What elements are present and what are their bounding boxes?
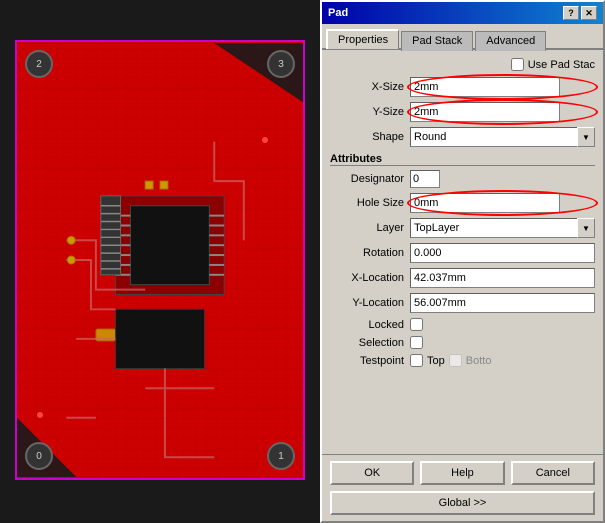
designator-input[interactable] — [410, 170, 440, 188]
layer-dropdown-arrow[interactable]: ▼ — [577, 218, 595, 238]
locked-checkbox[interactable] — [410, 318, 423, 331]
selection-checkbox[interactable] — [410, 336, 423, 349]
rotation-row: Rotation — [330, 243, 595, 263]
cancel-button[interactable]: Cancel — [511, 461, 595, 485]
x-location-input[interactable] — [410, 268, 595, 288]
designator-row: Designator — [330, 170, 595, 188]
help-button-titlebar[interactable]: ? — [563, 6, 579, 20]
testpoint-label: Testpoint — [330, 355, 410, 367]
tab-advanced[interactable]: Advanced — [475, 31, 546, 51]
y-location-row: Y-Location — [330, 293, 595, 313]
tab-pad-stack[interactable]: Pad Stack — [401, 31, 473, 51]
y-size-row: Y-Size — [330, 102, 595, 122]
shape-dropdown-arrow[interactable]: ▼ — [577, 127, 595, 147]
layer-label: Layer — [330, 222, 410, 234]
tab-properties[interactable]: Properties — [326, 29, 399, 49]
pcb-board: 2 3 0 1 — [15, 40, 305, 480]
corner-pad-bl[interactable]: 0 — [25, 442, 53, 470]
selection-label: Selection — [330, 337, 410, 349]
pcb-board-inner: 2 3 0 1 — [17, 42, 303, 478]
x-size-input[interactable] — [410, 77, 560, 97]
global-button[interactable]: Global >> — [330, 491, 595, 515]
shape-dropdown[interactable]: ▼ — [410, 127, 595, 147]
pad-dialog: Pad ? ✕ Properties Pad Stack Advanced Us… — [320, 0, 605, 523]
corner-pad-br[interactable]: 1 — [267, 442, 295, 470]
layer-input[interactable] — [410, 218, 577, 238]
pcb-canvas: 2 3 0 1 — [0, 0, 320, 523]
locked-row: Locked — [330, 318, 595, 331]
pcb-traces — [17, 42, 303, 478]
layer-row: Layer ▼ — [330, 218, 595, 238]
dialog-titlebar: Pad ? ✕ — [322, 2, 603, 24]
tab-bar: Properties Pad Stack Advanced — [322, 24, 603, 50]
x-size-label: X-Size — [330, 81, 410, 93]
ok-button[interactable]: OK — [330, 461, 414, 485]
dialog-content: Use Pad Stac X-Size Y-Size Shape ▼ — [322, 50, 603, 454]
use-pad-stac-checkbox[interactable] — [511, 58, 524, 71]
hole-size-label: Hole Size — [330, 197, 410, 209]
hole-size-input[interactable] — [410, 193, 560, 213]
testpoint-bottom-checkbox[interactable] — [449, 354, 462, 367]
testpoint-top-label: Top — [427, 355, 445, 367]
attributes-section-header: Attributes — [330, 153, 595, 166]
shape-row: Shape ▼ — [330, 127, 595, 147]
y-size-label: Y-Size — [330, 106, 410, 118]
y-location-label: Y-Location — [330, 297, 410, 309]
rotation-input[interactable] — [410, 243, 595, 263]
designator-label: Designator — [330, 173, 410, 185]
close-button-titlebar[interactable]: ✕ — [581, 6, 597, 20]
layer-dropdown[interactable]: ▼ — [410, 218, 595, 238]
shape-label: Shape — [330, 131, 410, 143]
use-pad-stac-label: Use Pad Stac — [528, 59, 595, 71]
testpoint-top-checkbox[interactable] — [410, 354, 423, 367]
y-size-input[interactable] — [410, 102, 560, 122]
x-size-row: X-Size — [330, 77, 595, 97]
corner-pad-tl[interactable]: 2 — [25, 50, 53, 78]
y-location-input[interactable] — [410, 293, 595, 313]
testpoint-bottom-label: Botto — [466, 355, 492, 367]
titlebar-buttons: ? ✕ — [563, 6, 597, 20]
testpoint-row: Testpoint Top Botto — [330, 354, 595, 367]
rotation-label: Rotation — [330, 247, 410, 259]
help-button[interactable]: Help — [420, 461, 504, 485]
locked-label: Locked — [330, 319, 410, 331]
testpoint-options: Top Botto — [410, 354, 595, 367]
selection-row: Selection — [330, 336, 595, 349]
dialog-buttons: OK Help Cancel Global >> — [322, 454, 603, 521]
x-location-row: X-Location — [330, 268, 595, 288]
corner-pad-tr[interactable]: 3 — [267, 50, 295, 78]
shape-input[interactable] — [410, 127, 577, 147]
hole-size-row: Hole Size — [330, 193, 595, 213]
use-pad-stac-row: Use Pad Stac — [330, 58, 595, 71]
x-location-label: X-Location — [330, 272, 410, 284]
dialog-title: Pad — [328, 7, 348, 19]
